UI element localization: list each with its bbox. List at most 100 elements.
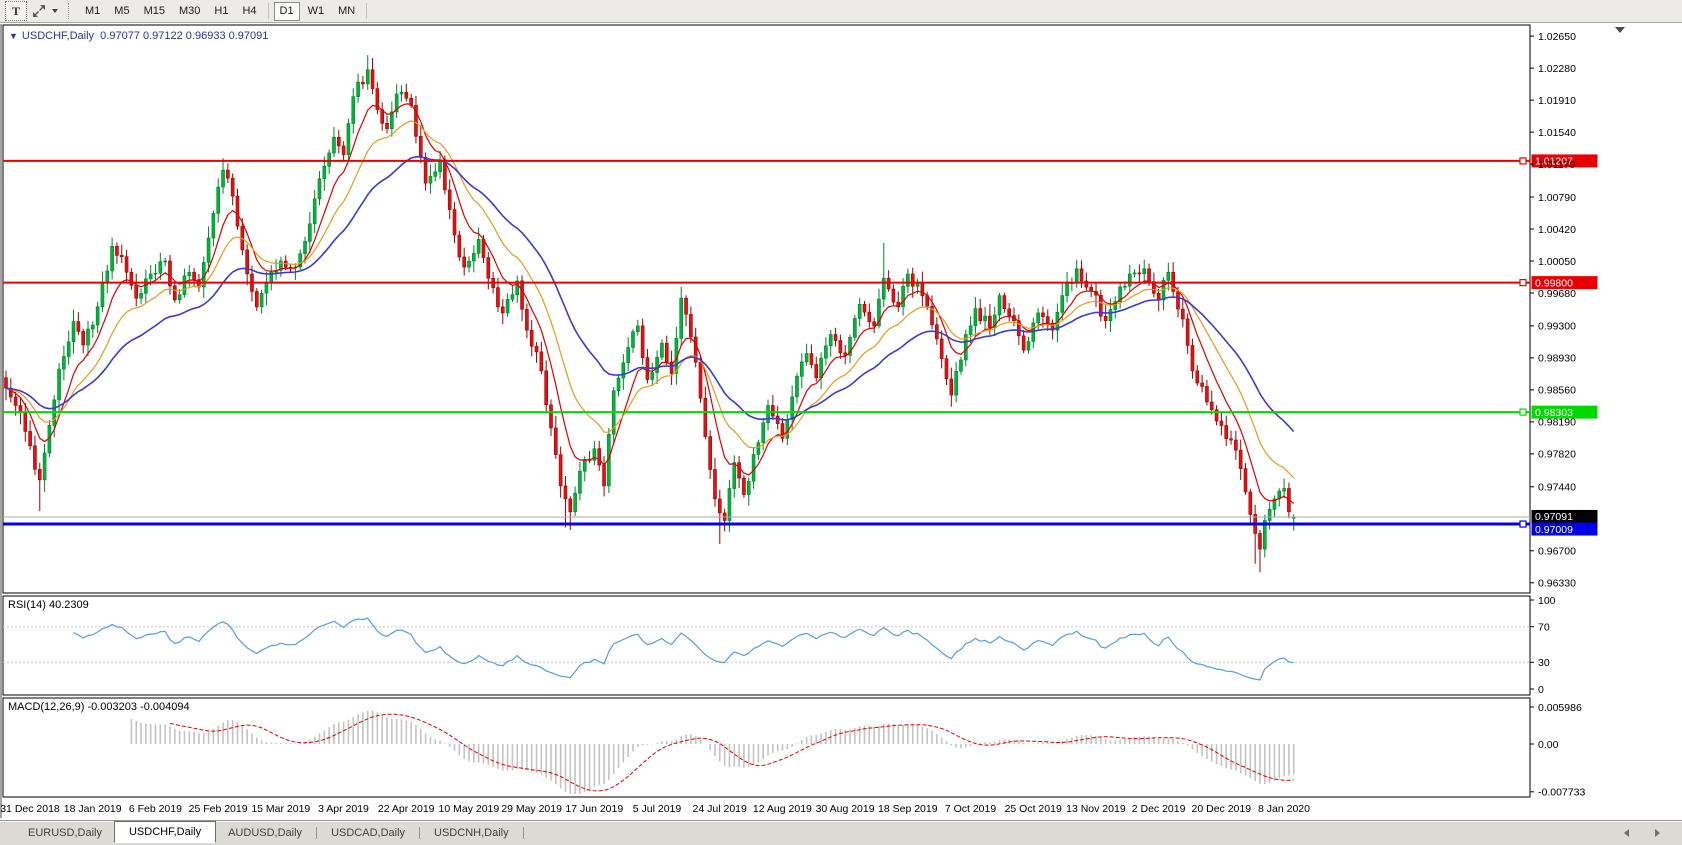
candle-body <box>906 273 910 287</box>
candle-body <box>105 270 110 284</box>
candle-body <box>404 91 409 99</box>
date-axis-label: 24 Jul 2019 <box>693 803 747 815</box>
candle-body <box>303 241 307 255</box>
candle-body <box>988 315 992 328</box>
candle-body <box>100 282 105 308</box>
tab-scroll-left-icon[interactable] <box>1624 829 1629 837</box>
timeframe-button-m5[interactable]: M5 <box>108 2 135 21</box>
candle-body <box>539 351 544 372</box>
candle-body <box>944 358 949 380</box>
candle-body <box>939 338 944 359</box>
candle-body <box>582 459 587 472</box>
candle-body <box>1238 449 1243 469</box>
price-axis-tick-label: 1.00050 <box>1538 256 1576 268</box>
hline-handle[interactable] <box>1519 279 1527 287</box>
candle-body <box>119 255 124 257</box>
candle-body <box>915 282 920 287</box>
styler-tool-button[interactable] <box>29 2 49 20</box>
candle-body <box>1137 272 1142 275</box>
candle-body <box>115 245 119 256</box>
candle-body <box>746 481 751 495</box>
candle-body <box>833 334 838 341</box>
candle-body <box>968 325 973 335</box>
candle-body <box>771 405 775 417</box>
candle-body <box>597 448 602 466</box>
chart-tab-usdcad[interactable]: USDCAD,Daily <box>319 824 417 842</box>
candle-body <box>785 419 790 439</box>
candle-body <box>1243 468 1248 493</box>
candle-body <box>148 273 153 280</box>
candle-body <box>134 284 139 299</box>
hline-handle[interactable] <box>1519 408 1527 416</box>
candle-body <box>91 324 95 330</box>
candle-body <box>1205 386 1209 403</box>
candle-body <box>959 359 963 372</box>
candle-body <box>997 295 1002 316</box>
candle-body <box>742 477 746 495</box>
timeframe-button-d1[interactable]: D1 <box>273 1 300 21</box>
candle-body <box>163 260 167 263</box>
candle-body <box>322 165 327 180</box>
timeframe-button-m30[interactable]: M30 <box>173 2 206 21</box>
toolbar-separator <box>366 3 368 19</box>
candle-body <box>698 361 703 399</box>
toolbar-grip <box>68 3 72 19</box>
candle-body <box>500 306 505 314</box>
candle-body <box>636 325 640 332</box>
chart-shift-marker[interactable] <box>1615 27 1625 33</box>
candle-body <box>173 285 177 301</box>
candle-body <box>245 249 249 275</box>
candle-body <box>1036 312 1040 324</box>
candle-body <box>235 195 240 227</box>
candle-body <box>664 342 669 363</box>
candle-body <box>804 353 809 363</box>
candle-body <box>621 362 626 379</box>
candle-body <box>370 69 375 89</box>
styler-dropdown-caret[interactable] <box>52 9 58 13</box>
timeframe-button-h1[interactable]: H1 <box>208 2 234 21</box>
candle-body <box>1007 308 1011 316</box>
candle-body <box>886 277 891 290</box>
candle-body <box>447 189 452 210</box>
timeframe-button-w1[interactable]: W1 <box>302 2 331 21</box>
hline-label-0.97009-text: 0.97009 <box>1535 524 1573 536</box>
candle-body <box>433 171 438 177</box>
candle-body <box>428 176 433 184</box>
tab-scroll-right-icon[interactable] <box>1655 829 1660 837</box>
chart-tab-usdchf[interactable]: USDCHF,Daily <box>113 821 217 843</box>
candle-body <box>158 261 163 274</box>
timeframe-button-m1[interactable]: M1 <box>79 2 106 21</box>
candle-body <box>853 318 857 338</box>
candle-body <box>862 303 867 313</box>
candle-body <box>920 282 925 296</box>
price-axis-tick-label: 0.97820 <box>1538 449 1576 461</box>
timeframe-button-mn[interactable]: MN <box>332 2 361 21</box>
candle-body <box>216 186 221 214</box>
tab-separator <box>522 827 524 839</box>
date-axis-label: 22 Apr 2019 <box>378 803 435 815</box>
text-tool-button[interactable]: T <box>5 1 27 21</box>
hline-handle[interactable] <box>1519 157 1527 165</box>
candle-body <box>124 256 129 273</box>
candle-body <box>713 469 717 500</box>
candle-body <box>1267 509 1272 521</box>
rsi-axis-tick-label: 30 <box>1538 657 1550 669</box>
hline-handle[interactable] <box>1519 520 1527 528</box>
candle-body <box>317 178 322 200</box>
candle-body <box>418 136 423 158</box>
chart-tab-eurusd[interactable]: EURUSD,Daily <box>16 824 114 842</box>
candle-body <box>110 245 114 272</box>
candle-body <box>1108 309 1113 321</box>
collapse-triangle-icon[interactable]: ▼ <box>9 31 18 41</box>
chart-title-ohlc: 0.97077 0.97122 0.96933 0.97091 <box>100 30 269 42</box>
candle-body <box>221 169 225 188</box>
chart-tab-audusd[interactable]: AUDUSD,Daily <box>216 824 314 842</box>
date-axis-label: 18 Jan 2019 <box>64 803 122 815</box>
chart-tab-usdcnh[interactable]: USDCNH,Daily <box>422 824 521 842</box>
timeframe-button-h4[interactable]: H4 <box>236 2 262 21</box>
candle-body <box>718 498 722 514</box>
candle-body <box>496 287 500 308</box>
candle-body <box>327 152 331 167</box>
candle-body <box>775 415 780 424</box>
timeframe-button-m15[interactable]: M15 <box>138 2 171 21</box>
